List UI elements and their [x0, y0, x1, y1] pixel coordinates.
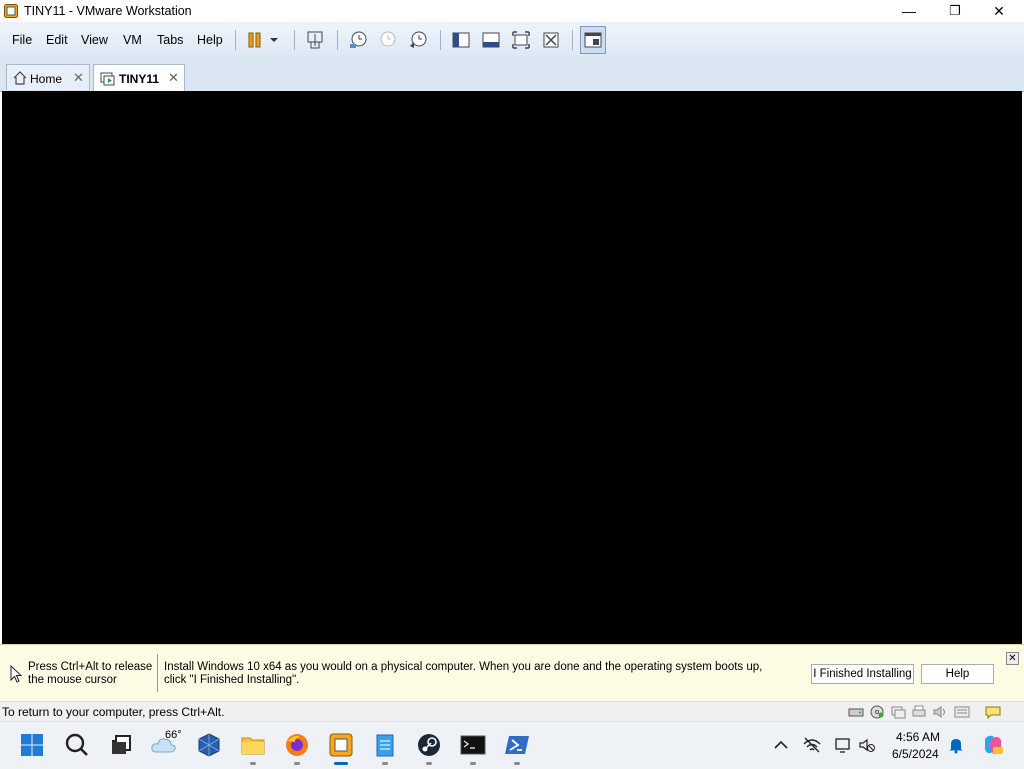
menu-edit[interactable]: Edit: [46, 33, 68, 47]
clock-date[interactable]: 6/5/2024: [892, 747, 939, 761]
unity-icon[interactable]: [541, 30, 561, 50]
notepad-icon[interactable]: [372, 732, 398, 758]
show-library-icon[interactable]: [451, 30, 471, 50]
chevron-down-icon[interactable]: [268, 30, 280, 50]
running-indicator: [514, 762, 520, 765]
snapshot-icon[interactable]: [348, 30, 368, 50]
minimize-button[interactable]: —: [886, 0, 932, 22]
show-thumbnail-bar-icon[interactable]: [481, 30, 501, 50]
pause-icon[interactable]: [245, 30, 265, 50]
full-screen-icon[interactable]: [511, 30, 531, 50]
snapshot-manager-icon[interactable]: [408, 30, 428, 50]
active-app-indicator: [334, 762, 348, 765]
title-bar: TINY11 - VMware Workstation — ❐ ✕: [0, 0, 1024, 22]
virtualbox-icon[interactable]: [196, 732, 222, 758]
running-indicator: [382, 762, 388, 765]
toolbar-separator: [337, 30, 338, 50]
copilot-icon[interactable]: [982, 734, 1004, 756]
task-view-icon[interactable]: [108, 732, 134, 758]
menu-vm[interactable]: VM: [123, 33, 142, 47]
volume-muted-icon[interactable]: [858, 736, 876, 754]
search-icon[interactable]: [64, 732, 90, 758]
menu-view[interactable]: View: [81, 33, 108, 47]
window-title: TINY11 - VMware Workstation: [24, 4, 192, 18]
windows-taskbar: 66° 4:56 AM 6/5/2024: [0, 721, 1024, 769]
revert-snapshot-icon: [380, 31, 396, 47]
running-indicator: [250, 762, 256, 765]
tab-tiny11[interactable]: TINY11 ✕: [93, 64, 185, 91]
display-icon[interactable]: [954, 705, 970, 719]
console-view-icon: [584, 32, 602, 48]
chevron-up-icon[interactable]: [772, 736, 790, 754]
status-bar: To return to your computer, press Ctrl+A…: [0, 701, 1024, 722]
toolbar-separator: [440, 30, 441, 50]
running-indicator: [294, 762, 300, 765]
hint-help-button[interactable]: Help: [921, 664, 994, 684]
console-view-button[interactable]: [580, 26, 606, 54]
tab-home[interactable]: Home ✕: [6, 64, 90, 90]
tab-home-label: Home: [30, 72, 63, 86]
toolbar-separator: [572, 30, 573, 50]
notification-bell-icon[interactable]: [947, 736, 965, 754]
hint-close-icon[interactable]: ✕: [1006, 652, 1019, 665]
running-indicator: [470, 762, 476, 765]
close-window-button[interactable]: ✕: [976, 0, 1022, 22]
menu-toolbar: File Edit View VM Tabs Help: [0, 22, 1024, 59]
network-disconnected-icon[interactable]: [803, 736, 821, 754]
powershell-icon[interactable]: [504, 732, 530, 758]
release-cursor-hint: Press Ctrl+Alt to release the mouse curs…: [28, 661, 153, 686]
hard-disk-icon[interactable]: [848, 705, 864, 719]
vmware-workstation-icon[interactable]: [328, 732, 354, 758]
tab-tiny11-close-icon[interactable]: ✕: [168, 70, 179, 86]
running-indicator: [426, 762, 432, 765]
vmware-app-icon: [4, 4, 18, 18]
tab-home-close-icon[interactable]: ✕: [73, 70, 84, 86]
mouse-cursor-icon: [10, 665, 22, 683]
message-log-icon[interactable]: [985, 705, 1001, 719]
printer-icon[interactable]: [911, 705, 927, 719]
tab-tiny11-label: TINY11: [119, 72, 160, 86]
hint-divider: [157, 654, 158, 692]
firefox-icon[interactable]: [284, 732, 310, 758]
steam-icon[interactable]: [416, 732, 442, 758]
home-icon: [13, 71, 27, 85]
vm-console-display[interactable]: [2, 91, 1022, 644]
windows-start-icon[interactable]: [20, 733, 44, 757]
tab-strip: Home ✕ TINY11 ✕: [0, 58, 1024, 92]
network-adapter-icon[interactable]: [890, 705, 906, 719]
toolbar-separator: [294, 30, 295, 50]
command-prompt-icon[interactable]: [460, 732, 486, 758]
status-text: To return to your computer, press Ctrl+A…: [2, 705, 225, 719]
file-explorer-icon[interactable]: [240, 732, 266, 758]
vm-tab-icon: [100, 72, 115, 86]
menu-tabs[interactable]: Tabs: [157, 33, 183, 47]
i-finished-installing-button[interactable]: I Finished Installing: [811, 664, 914, 684]
cd-dvd-icon[interactable]: [869, 705, 885, 719]
toolbar-separator: [235, 30, 236, 50]
display-tray-icon[interactable]: [834, 736, 852, 754]
install-instructions: Install Windows 10 x64 as you would on a…: [164, 661, 763, 686]
sound-card-icon[interactable]: [932, 705, 948, 719]
menu-help[interactable]: Help: [197, 33, 223, 47]
clock-time[interactable]: 4:56 AM: [896, 730, 940, 744]
install-hint-bar: Press Ctrl+Alt to release the mouse curs…: [0, 644, 1024, 702]
weather-temperature: 66°: [165, 729, 182, 741]
maximize-button[interactable]: ❐: [932, 0, 978, 22]
menu-file[interactable]: File: [12, 33, 32, 47]
send-ctrl-alt-del-icon[interactable]: [305, 30, 325, 50]
